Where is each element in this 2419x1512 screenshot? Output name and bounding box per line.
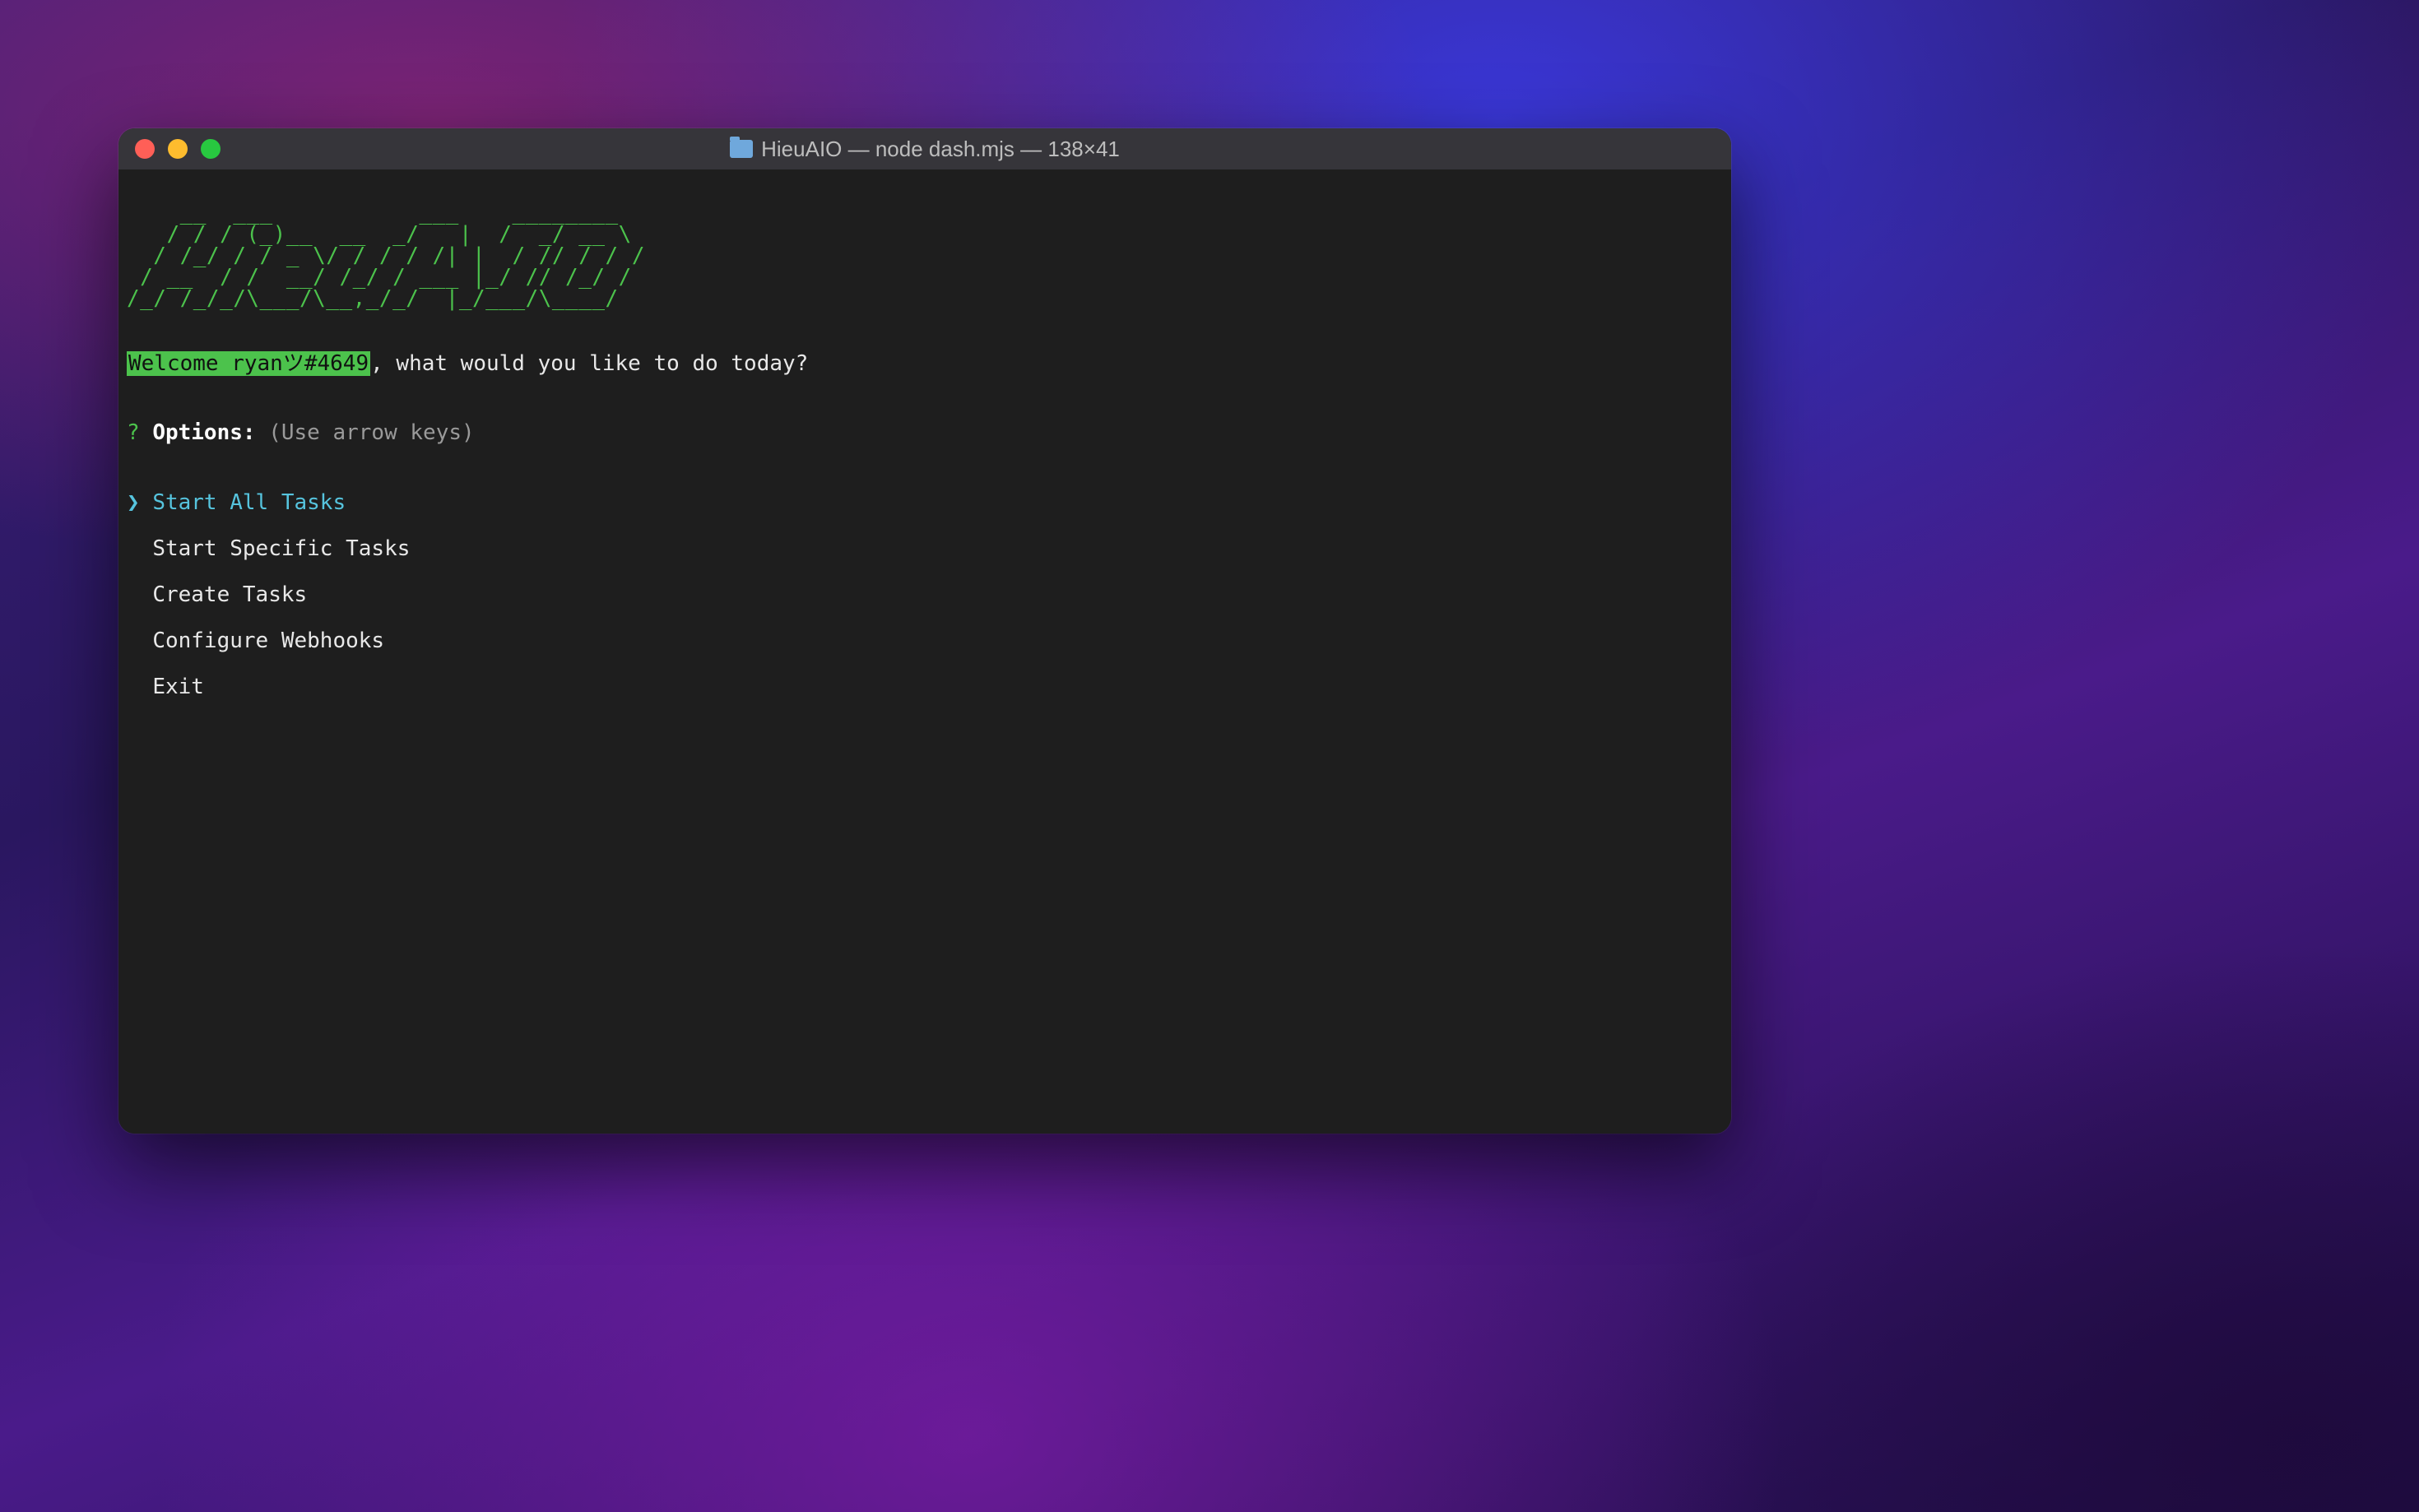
- welcome-line: Welcome ryanツ#4649, what would you like …: [127, 352, 1723, 375]
- menu-item-create-tasks[interactable]: Create Tasks: [127, 583, 1723, 606]
- window-title-text: HieuAIO — node dash.mjs — 138×41: [761, 137, 1120, 162]
- menu-item-label: Configure Webhooks: [152, 628, 384, 653]
- close-button[interactable]: [135, 139, 155, 159]
- menu-item-label: Start All Tasks: [152, 490, 346, 515]
- prompt-question-mark: ?: [127, 420, 140, 445]
- prompt-hint: (Use arrow keys): [268, 420, 474, 445]
- menu-item-exit[interactable]: Exit: [127, 675, 1723, 698]
- menu-item-label: Create Tasks: [152, 582, 307, 607]
- terminal-window: HieuAIO — node dash.mjs — 138×41 __ ___ …: [118, 128, 1731, 1134]
- prompt-line: ? Options: (Use arrow keys): [127, 421, 1723, 444]
- maximize-button[interactable]: [201, 139, 221, 159]
- minimize-button[interactable]: [168, 139, 188, 159]
- menu-item-label: Exit: [152, 675, 204, 699]
- folder-icon: [730, 140, 753, 158]
- menu-item-start-specific[interactable]: Start Specific Tasks: [127, 537, 1723, 560]
- titlebar[interactable]: HieuAIO — node dash.mjs — 138×41: [118, 128, 1731, 169]
- window-title: HieuAIO — node dash.mjs — 138×41: [118, 137, 1731, 162]
- menu-item-configure-webhooks[interactable]: Configure Webhooks: [127, 629, 1723, 652]
- menu[interactable]: ❯ Start All Tasks Start Specific Tasks C…: [127, 467, 1723, 721]
- welcome-user: Welcome ryanツ#4649: [127, 351, 370, 376]
- prompt-label: Options:: [152, 420, 255, 445]
- ascii-logo: __ ___ ___ ________ / / / (_)__ __ _/ | …: [127, 202, 1723, 309]
- menu-item-label: Start Specific Tasks: [152, 536, 410, 561]
- terminal-body[interactable]: __ ___ ___ ________ / / / (_)__ __ _/ | …: [118, 169, 1731, 1134]
- menu-pointer: ❯: [127, 490, 140, 515]
- welcome-message: , what would you like to do today?: [370, 351, 808, 376]
- menu-item-start-all[interactable]: ❯ Start All Tasks: [127, 491, 1723, 514]
- traffic-lights: [135, 139, 221, 159]
